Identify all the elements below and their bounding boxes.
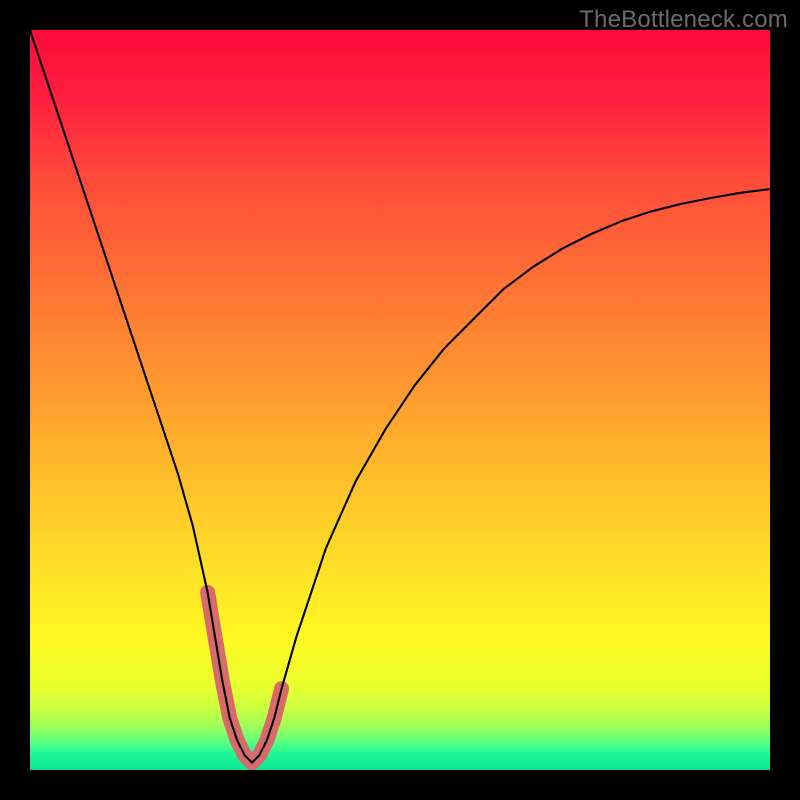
outer-frame: TheBottleneck.com xyxy=(0,0,800,800)
gradient-background xyxy=(30,30,770,770)
chart-svg xyxy=(30,30,770,770)
plot-area xyxy=(30,30,770,770)
